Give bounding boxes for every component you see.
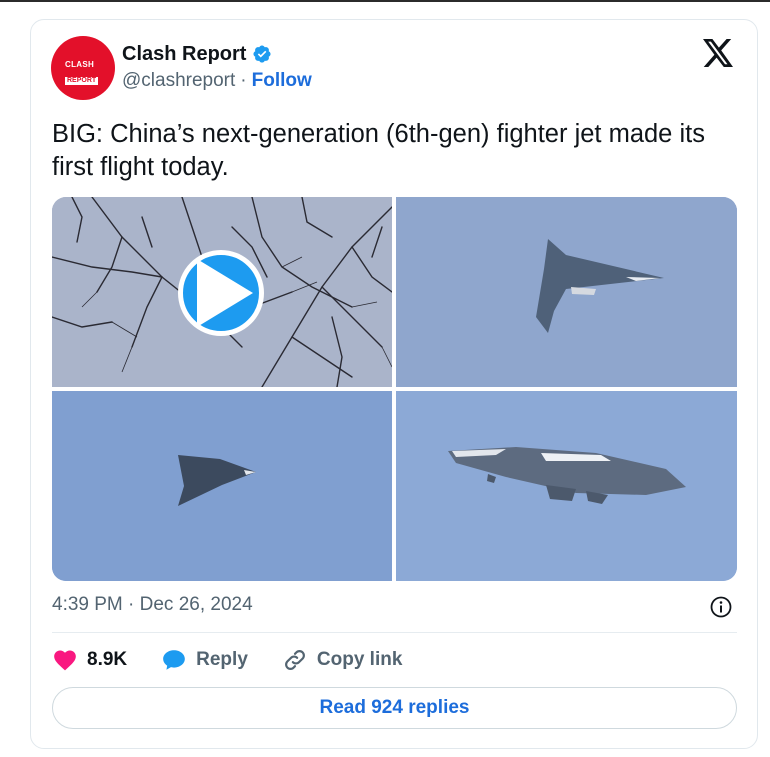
author-name-row: Clash Report xyxy=(122,41,272,67)
play-button[interactable] xyxy=(178,250,264,336)
verified-badge-icon xyxy=(253,45,272,63)
media-tile-jet-distant[interactable] xyxy=(52,391,392,581)
x-logo-icon[interactable] xyxy=(703,39,733,67)
reply-label: Reply xyxy=(196,649,248,670)
author-handle[interactable]: @clashreport xyxy=(122,70,235,92)
divider xyxy=(52,632,737,633)
copy-link-button[interactable]: Copy link xyxy=(282,647,403,673)
jet-side-image xyxy=(396,391,737,581)
tweet-text: BIG: China’s next-generation (6th-gen) f… xyxy=(52,120,705,181)
handle-separator: · xyxy=(240,70,247,91)
avatar-logo-bottom: REPORT xyxy=(65,77,99,85)
follow-button[interactable]: Follow xyxy=(252,70,312,92)
author-name[interactable]: Clash Report xyxy=(122,43,246,66)
reply-bubble-icon xyxy=(163,650,185,670)
avatar-logo-top: CLASH xyxy=(65,60,95,69)
copy-link-label: Copy link xyxy=(316,649,403,670)
like-count: 8.9K xyxy=(87,649,128,670)
media-grid[interactable] xyxy=(52,197,737,581)
tweet-card: CLASH REPORT Clash Report @clashreport ·… xyxy=(30,19,758,749)
avatar-logo: CLASH REPORT xyxy=(65,60,103,85)
jet-top-image xyxy=(396,197,737,387)
media-tile-jet-side[interactable] xyxy=(396,391,737,581)
handle-row: @clashreport · Follow xyxy=(122,70,312,92)
avatar[interactable]: CLASH REPORT xyxy=(51,36,115,100)
reply-button[interactable]: Reply xyxy=(161,647,248,673)
info-icon[interactable] xyxy=(710,596,732,618)
heart-icon xyxy=(54,650,76,671)
jet-distant-image xyxy=(52,391,392,581)
play-icon xyxy=(197,259,253,327)
action-bar: 8.9K Reply Copy link xyxy=(52,645,436,675)
media-tile-jet-top[interactable] xyxy=(396,197,737,387)
link-icon xyxy=(284,650,305,670)
tweet-timestamp[interactable]: 4:39 PM · Dec 26, 2024 xyxy=(52,594,253,616)
read-replies-button[interactable]: Read 924 replies xyxy=(52,687,737,729)
top-rule xyxy=(0,0,770,2)
like-button[interactable]: 8.9K xyxy=(52,647,127,673)
media-tile-video[interactable] xyxy=(52,197,392,387)
